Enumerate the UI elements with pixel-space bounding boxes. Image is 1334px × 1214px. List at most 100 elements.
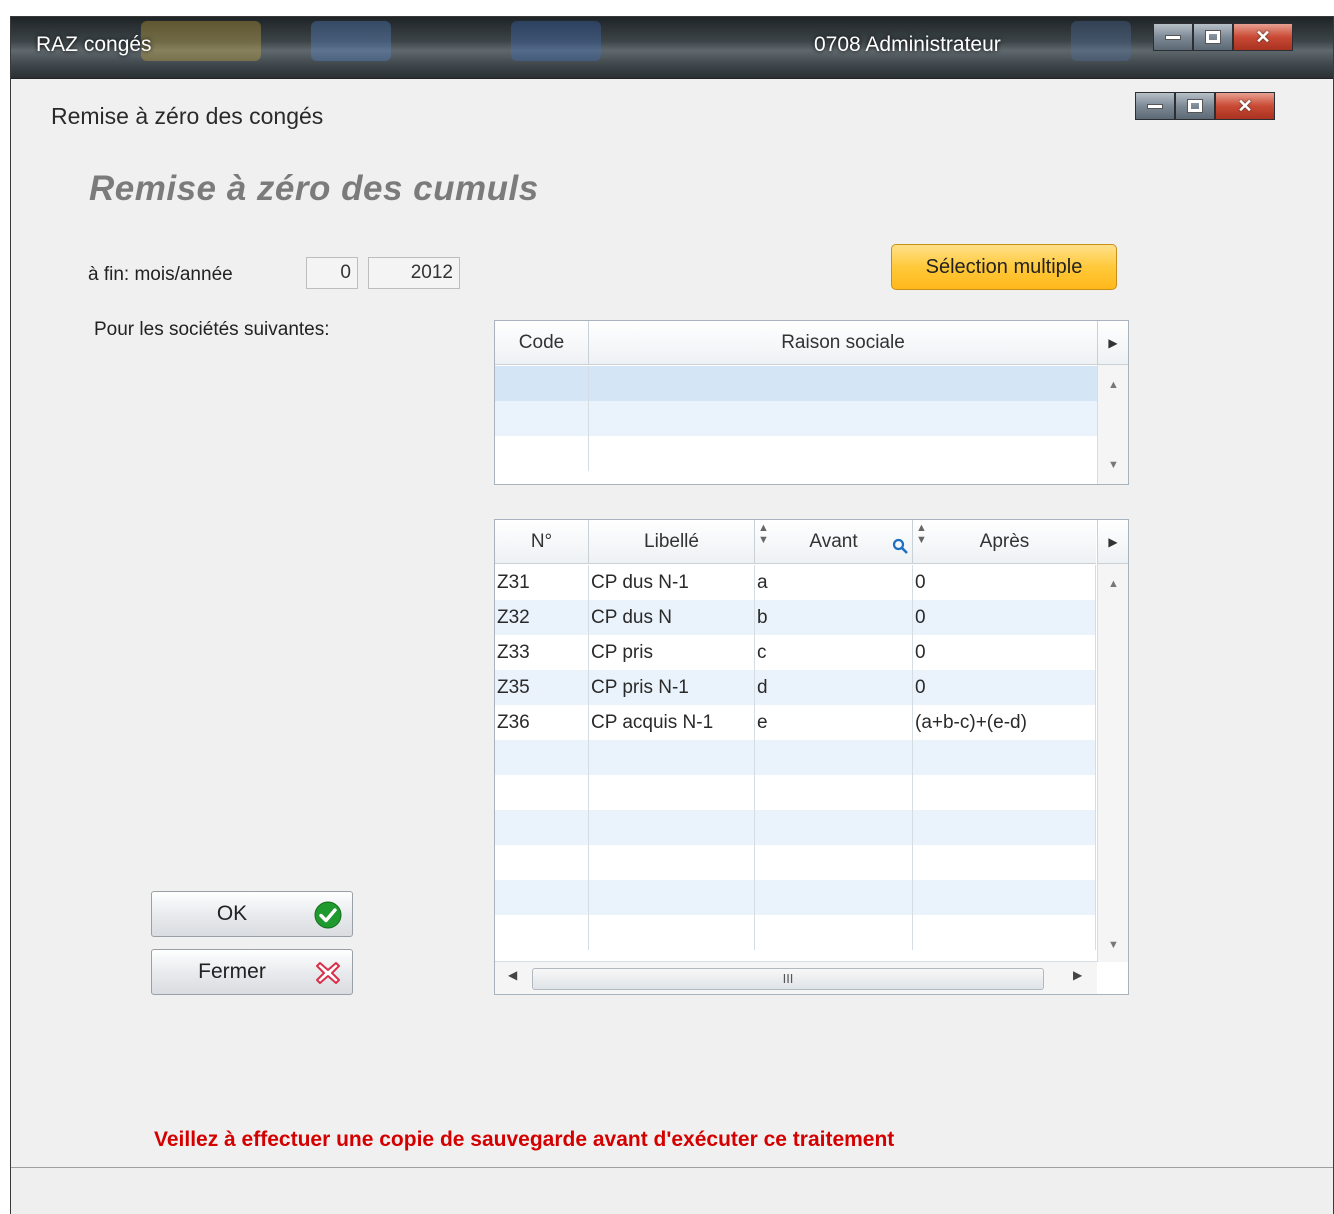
maximize-button[interactable] bbox=[1193, 23, 1233, 51]
table-cell bbox=[589, 366, 1098, 401]
table-row[interactable] bbox=[495, 436, 1098, 471]
year-field[interactable]: 2012 bbox=[368, 257, 460, 289]
companies-table: Code Raison sociale ▶ ▲ ▼ bbox=[494, 320, 1129, 485]
checkmark-icon bbox=[314, 901, 342, 929]
table-cell bbox=[913, 880, 1096, 915]
table-cell bbox=[495, 740, 589, 775]
sort-icon[interactable]: ▲ ▼ bbox=[916, 522, 927, 546]
screen: RAZ congés 0708 Administrateur ✕ ✕ Remis… bbox=[0, 0, 1334, 1214]
table-cell: 0 bbox=[913, 565, 1096, 600]
table-cell bbox=[755, 740, 913, 775]
ok-button[interactable]: OK bbox=[151, 891, 353, 937]
table-cell bbox=[589, 436, 1098, 471]
counters-horizontal-scrollbar[interactable]: ◀ III ▶ bbox=[495, 961, 1097, 994]
table-row[interactable]: Z32 CP dus Nb0 bbox=[495, 600, 1096, 635]
table-row[interactable]: Z36 CP acquis N-1 e (a+b-c)+(e-d) bbox=[495, 705, 1096, 740]
table-cell bbox=[589, 880, 755, 915]
table-cell bbox=[589, 401, 1098, 436]
column-header-avant[interactable]: ▲ ▼ Avant bbox=[755, 520, 913, 564]
scroll-columns-right-button[interactable]: ▶ bbox=[1097, 321, 1128, 365]
sort-icon[interactable]: ▲ ▼ bbox=[758, 522, 769, 546]
status-bar bbox=[11, 1167, 1333, 1214]
scroll-down-icon[interactable]: ▼ bbox=[1098, 459, 1128, 471]
scroll-left-icon[interactable]: ◀ bbox=[508, 968, 517, 982]
table-row[interactable] bbox=[495, 366, 1098, 401]
table-row[interactable] bbox=[495, 775, 1096, 810]
multi-select-button[interactable]: Sélection multiple bbox=[891, 244, 1117, 290]
table-cell: d bbox=[755, 670, 913, 705]
table-cell bbox=[755, 880, 913, 915]
table-cell bbox=[495, 915, 589, 950]
table-row[interactable] bbox=[495, 740, 1096, 775]
table-row[interactable] bbox=[495, 845, 1096, 880]
minimize-icon bbox=[1165, 34, 1181, 40]
inner-minimize-button[interactable] bbox=[1135, 92, 1175, 120]
table-cell bbox=[589, 810, 755, 845]
outer-titlebar[interactable]: RAZ congés 0708 Administrateur ✕ bbox=[11, 17, 1333, 79]
table-row[interactable]: Z35 CP pris N-1 d 0 bbox=[495, 670, 1096, 705]
close-button[interactable]: ✕ bbox=[1233, 23, 1293, 51]
close-window-button[interactable]: Fermer bbox=[151, 949, 353, 995]
close-window-button-label: Fermer bbox=[198, 960, 266, 983]
column-header-avant-label: Avant bbox=[809, 531, 858, 552]
scroll-up-icon[interactable]: ▲ bbox=[1098, 379, 1128, 391]
table-cell bbox=[495, 880, 589, 915]
table-row[interactable]: Z33 CP pris c 0 bbox=[495, 635, 1096, 670]
table-cell: Z32 bbox=[495, 600, 589, 635]
inner-maximize-button[interactable] bbox=[1175, 92, 1215, 120]
column-header-raison-sociale[interactable]: Raison sociale bbox=[589, 321, 1098, 365]
table-row[interactable] bbox=[495, 880, 1096, 915]
table-cell: b bbox=[755, 600, 913, 635]
table-cell bbox=[755, 810, 913, 845]
table-cell bbox=[495, 366, 589, 401]
counters-table-body: Z31 CP dus N-1 a 0 Z32 CP dus Nb 0 Z33 CP pris c 0… bbox=[495, 565, 1096, 950]
table-row[interactable] bbox=[495, 915, 1096, 950]
ok-button-label: OK bbox=[216, 902, 248, 925]
cancel-icon bbox=[316, 962, 340, 984]
inner-close-button[interactable]: ✕ bbox=[1215, 92, 1275, 120]
close-icon: ✕ bbox=[1237, 95, 1253, 116]
background-blotch bbox=[311, 21, 391, 61]
table-cell: CP dus N-1 bbox=[589, 565, 755, 600]
table-cell: a bbox=[755, 565, 913, 600]
table-cell bbox=[913, 740, 1096, 775]
scroll-up-icon[interactable]: ▲ bbox=[1098, 578, 1128, 590]
background-blotch bbox=[1071, 21, 1131, 61]
table-cell bbox=[589, 915, 755, 950]
outer-window: RAZ congés 0708 Administrateur ✕ ✕ Remis… bbox=[10, 16, 1334, 1214]
companies-vertical-scrollbar[interactable]: ▲ ▼ bbox=[1097, 365, 1128, 484]
inner-window-controls: ✕ bbox=[1135, 92, 1275, 120]
table-cell bbox=[913, 845, 1096, 880]
table-cell bbox=[755, 915, 913, 950]
column-header-numero[interactable]: N° bbox=[495, 520, 589, 564]
table-cell bbox=[755, 775, 913, 810]
scroll-columns-right-button[interactable]: ▶ bbox=[1097, 520, 1128, 564]
column-header-apres[interactable]: ▲ ▼ Après bbox=[913, 520, 1096, 564]
backup-warning: Veillez à effectuer une copie de sauvega… bbox=[154, 1128, 895, 1151]
table-cell bbox=[755, 845, 913, 880]
table-cell: 0 bbox=[913, 600, 1096, 635]
table-cell: CP pris N-1 bbox=[589, 670, 755, 705]
column-header-libelle[interactable]: Libellé bbox=[589, 520, 755, 564]
table-row[interactable] bbox=[495, 810, 1096, 845]
month-field[interactable]: 0 bbox=[306, 257, 358, 289]
companies-table-body bbox=[495, 366, 1098, 471]
horizontal-scroll-thumb[interactable]: III bbox=[532, 968, 1044, 990]
table-cell: CP pris bbox=[589, 635, 755, 670]
scroll-down-icon[interactable]: ▼ bbox=[1098, 939, 1128, 951]
table-row[interactable]: Z31 CP dus N-1 a 0 bbox=[495, 565, 1096, 600]
table-cell bbox=[589, 775, 755, 810]
minimize-button[interactable] bbox=[1153, 23, 1193, 51]
counters-table-header: N° Libellé ▲ ▼ Avant ▲ ▼ Après bbox=[495, 520, 1096, 564]
table-cell bbox=[495, 810, 589, 845]
column-header-code[interactable]: Code bbox=[495, 321, 589, 365]
page-heading: Remise à zéro des cumuls bbox=[89, 169, 539, 208]
table-cell: CP dus N bbox=[589, 600, 755, 635]
table-cell bbox=[589, 740, 755, 775]
maximize-icon bbox=[1205, 30, 1221, 44]
table-cell bbox=[495, 401, 589, 436]
scroll-right-icon[interactable]: ▶ bbox=[1073, 968, 1082, 982]
counters-vertical-scrollbar[interactable]: ▲ ▼ bbox=[1097, 564, 1128, 962]
search-icon[interactable] bbox=[892, 538, 908, 554]
table-row[interactable] bbox=[495, 401, 1098, 436]
